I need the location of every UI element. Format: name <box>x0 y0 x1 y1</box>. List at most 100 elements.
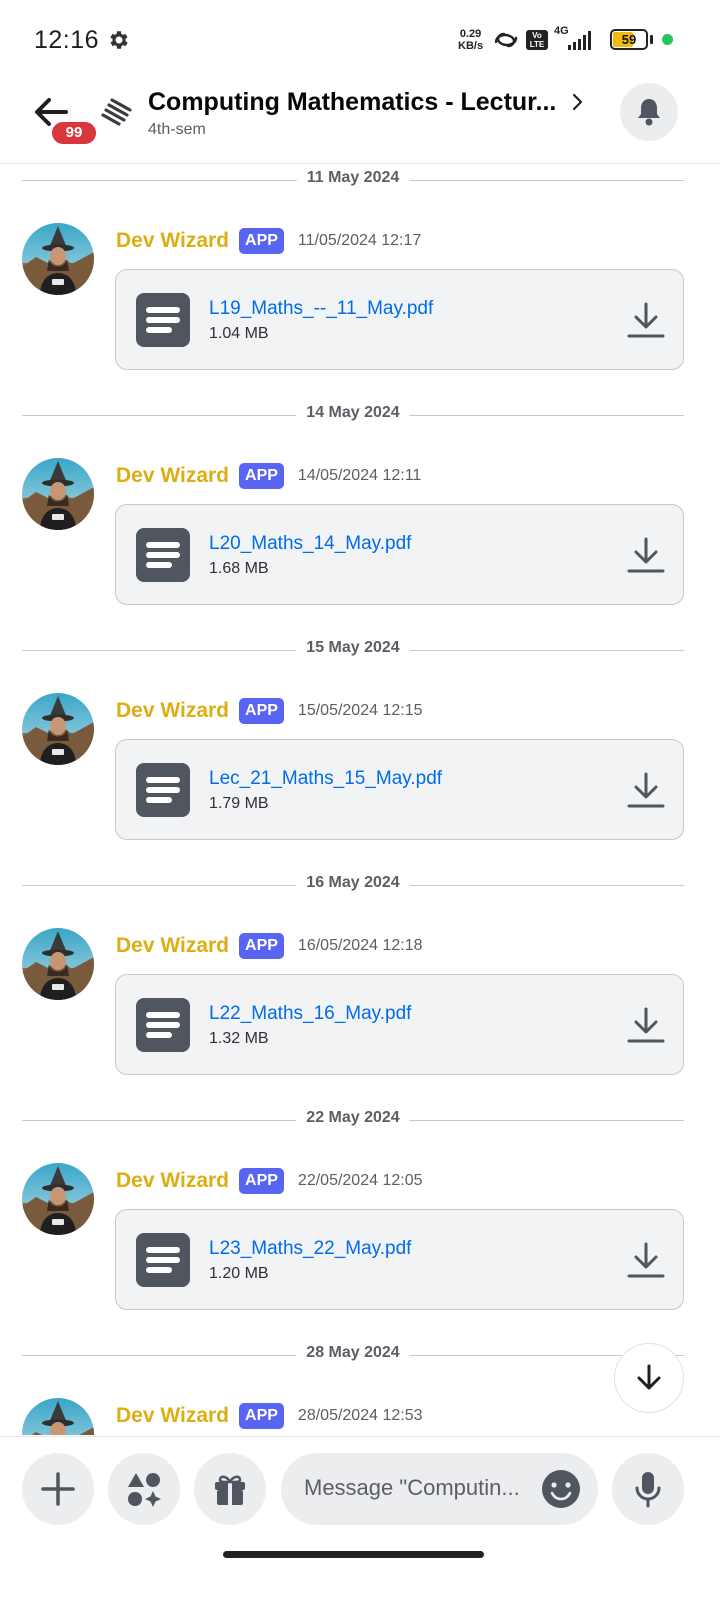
channel-title[interactable]: Computing Mathematics - Lectur... <box>148 88 556 117</box>
channel-subtitle: 4th-sem <box>148 121 206 138</box>
file-name-link[interactable]: L19_Maths_--_11_May.pdf <box>209 298 433 320</box>
file-name-link[interactable]: L23_Maths_22_May.pdf <box>209 1238 411 1260</box>
message-timestamp: 22/05/2024 12:05 <box>297 1172 423 1189</box>
forum-channel-icon <box>101 98 132 126</box>
download-icon[interactable] <box>626 1240 666 1280</box>
link-icon <box>494 32 518 48</box>
message-timestamp: 14/05/2024 12:11 <box>297 467 422 484</box>
date-divider-label: 14 May 2024 <box>296 404 410 422</box>
microphone-icon <box>635 1472 661 1508</box>
message-header: Dev Wizard APP 15/05/2024 12:15 <box>116 695 422 727</box>
date-divider-label: 15 May 2024 <box>296 639 410 657</box>
date-divider: 22 May 2024 <box>22 1105 684 1135</box>
chevron-right-icon[interactable] <box>570 90 586 114</box>
file-attachment[interactable]: L22_Maths_16_May.pdf 1.32 MB <box>115 974 684 1075</box>
file-size: 1.04 MB <box>209 325 269 342</box>
app-badge: APP <box>239 1168 284 1194</box>
gift-icon <box>215 1475 245 1505</box>
app-badge: APP <box>239 1403 284 1429</box>
channel-header: 99 Computing Mathematics - Lectur... 4th… <box>0 80 720 164</box>
date-divider-label: 11 May 2024 <box>296 169 410 187</box>
message-item[interactable]: Dev Wizard APP 15/05/2024 12:15 Lec_21_M… <box>0 693 720 853</box>
file-document-icon <box>136 763 190 817</box>
notification-bell-button[interactable] <box>620 83 678 141</box>
author-avatar[interactable] <box>22 1398 94 1435</box>
author-name[interactable]: Dev Wizard <box>116 1404 229 1428</box>
file-size: 1.32 MB <box>209 1030 269 1047</box>
date-divider-label: 16 May 2024 <box>296 874 410 892</box>
date-divider: 14 May 2024 <box>22 400 684 430</box>
unread-badge: 99 <box>49 119 99 147</box>
message-list[interactable]: 11 May 2024 Dev Wizard APP 11/05/2024 12… <box>0 165 720 1435</box>
date-divider-label: 22 May 2024 <box>296 1109 410 1127</box>
message-header: Dev Wizard APP 14/05/2024 12:11 <box>116 460 421 492</box>
message-item[interactable]: Dev Wizard APP 28/05/2024 12:53 <box>0 1398 720 1435</box>
file-size: 1.68 MB <box>209 560 269 577</box>
message-header: Dev Wizard APP 16/05/2024 12:18 <box>116 930 422 962</box>
app-badge: APP <box>239 698 284 724</box>
file-document-icon <box>136 1233 190 1287</box>
apps-icon <box>128 1473 161 1507</box>
file-document-icon <box>136 528 190 582</box>
arrow-down-icon <box>637 1364 661 1390</box>
file-size: 1.79 MB <box>209 795 269 812</box>
file-attachment[interactable]: L23_Maths_22_May.pdf 1.20 MB <box>115 1209 684 1310</box>
date-divider: 11 May 2024 <box>22 165 684 195</box>
message-timestamp: 15/05/2024 12:15 <box>297 702 423 719</box>
voice-message-button[interactable] <box>612 1453 684 1525</box>
file-attachment[interactable]: L19_Maths_--_11_May.pdf 1.04 MB <box>115 269 684 370</box>
message-item[interactable]: Dev Wizard APP 16/05/2024 12:18 L22_Math… <box>0 928 720 1088</box>
author-name[interactable]: Dev Wizard <box>116 699 229 723</box>
author-avatar[interactable] <box>22 223 94 295</box>
apps-button[interactable] <box>108 1453 180 1525</box>
status-time: 12:16 <box>34 26 100 54</box>
home-indicator[interactable] <box>223 1551 484 1558</box>
author-avatar[interactable] <box>22 928 94 1000</box>
file-attachment[interactable]: L20_Maths_14_May.pdf 1.68 MB <box>115 504 684 605</box>
battery-icon: 59 <box>610 29 648 50</box>
message-item[interactable]: Dev Wizard APP 11/05/2024 12:17 L19_Math… <box>0 223 720 383</box>
volte-icon: Vo LTE <box>526 30 548 50</box>
file-size: 1.20 MB <box>209 1265 269 1282</box>
status-bar: 12:16 0.29 KB/s Vo LTE 4G 59 <box>0 0 720 80</box>
file-name-link[interactable]: L22_Maths_16_May.pdf <box>209 1003 411 1025</box>
status-icons: Vo LTE 4G <box>492 25 594 54</box>
file-document-icon <box>136 998 190 1052</box>
message-item[interactable]: Dev Wizard APP 22/05/2024 12:05 L23_Math… <box>0 1163 720 1323</box>
author-avatar[interactable] <box>22 693 94 765</box>
network-speed: 0.29 KB/s <box>458 28 484 52</box>
jump-to-latest-button[interactable] <box>614 1343 684 1413</box>
gift-button[interactable] <box>194 1453 266 1525</box>
author-name[interactable]: Dev Wizard <box>116 464 229 488</box>
date-divider-label: 28 May 2024 <box>296 1344 410 1362</box>
download-icon[interactable] <box>626 1005 666 1045</box>
author-name[interactable]: Dev Wizard <box>116 1169 229 1193</box>
message-timestamp: 11/05/2024 12:17 <box>297 232 422 249</box>
add-attachment-button[interactable] <box>22 1453 94 1525</box>
plus-icon <box>41 1472 75 1506</box>
file-name-link[interactable]: L20_Maths_14_May.pdf <box>209 533 411 555</box>
message-header: Dev Wizard APP 22/05/2024 12:05 <box>116 1165 422 1197</box>
emoji-icon[interactable] <box>541 1469 581 1509</box>
message-item[interactable]: Dev Wizard APP 14/05/2024 12:11 L20_Math… <box>0 458 720 618</box>
date-divider: 15 May 2024 <box>22 635 684 665</box>
author-name[interactable]: Dev Wizard <box>116 229 229 253</box>
file-document-icon <box>136 293 190 347</box>
author-name[interactable]: Dev Wizard <box>116 934 229 958</box>
message-timestamp: 28/05/2024 12:53 <box>297 1407 423 1424</box>
author-avatar[interactable] <box>22 458 94 530</box>
app-badge: APP <box>239 463 284 489</box>
download-icon[interactable] <box>626 535 666 575</box>
date-divider: 28 May 2024 <box>22 1340 684 1370</box>
file-attachment[interactable]: Lec_21_Maths_15_May.pdf 1.79 MB <box>115 739 684 840</box>
message-input-placeholder: Message "Computin... <box>304 1475 520 1500</box>
download-icon[interactable] <box>626 300 666 340</box>
message-composer: Message "Computin... <box>0 1436 720 1546</box>
author-avatar[interactable] <box>22 1163 94 1235</box>
file-name-link[interactable]: Lec_21_Maths_15_May.pdf <box>209 768 442 790</box>
app-badge: APP <box>239 228 284 254</box>
app-badge: APP <box>239 933 284 959</box>
signal-icon: 4G <box>554 25 594 52</box>
date-divider: 16 May 2024 <box>22 870 684 900</box>
download-icon[interactable] <box>626 770 666 810</box>
